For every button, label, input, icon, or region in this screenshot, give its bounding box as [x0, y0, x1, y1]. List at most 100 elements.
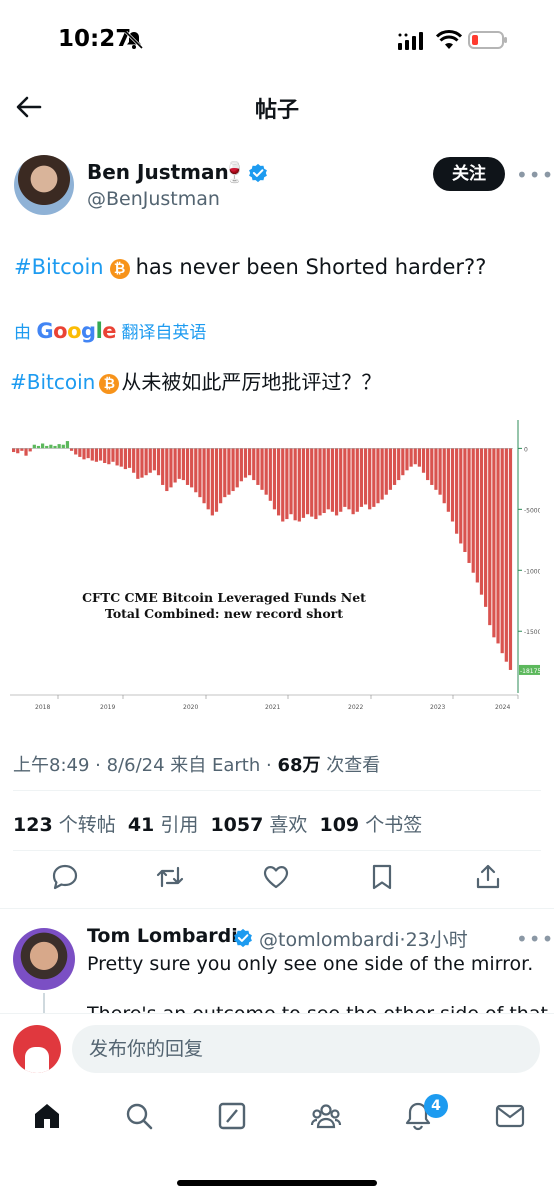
post-time: 上午8:49 [13, 755, 90, 776]
author-name[interactable]: Ben Justman [87, 160, 229, 184]
engagement-stats: 123 个转帖 41 引用 1057 喜欢 109 个书签 [13, 810, 422, 837]
reply-handle-text[interactable]: @tomlombardi [259, 929, 400, 951]
grok-icon[interactable] [216, 1100, 248, 1132]
chart-bar [148, 448, 152, 473]
chart-bar [132, 448, 136, 473]
chart-bar [248, 448, 252, 476]
avatar-figure [25, 1047, 49, 1073]
chart-bar [322, 448, 326, 513]
chart-bar [74, 448, 78, 455]
chart-y-tick-label: -5000 [524, 507, 540, 514]
chart-bar [119, 448, 123, 467]
bitcoin-icon: ₿ [99, 374, 120, 394]
chart-bar [177, 448, 181, 479]
share-icon[interactable] [473, 862, 503, 892]
translation-note[interactable]: 由 Google 翻译自英语 [14, 318, 206, 343]
bookmark-icon[interactable] [367, 862, 397, 892]
reply-input[interactable]: 发布你的回复 [72, 1025, 540, 1073]
home-icon[interactable] [31, 1100, 63, 1132]
quote-count[interactable]: 41 [128, 814, 154, 836]
current-user-avatar[interactable] [13, 1025, 61, 1073]
chart-bar [190, 448, 194, 488]
chart-bar [78, 448, 82, 457]
home-indicator [177, 1180, 377, 1186]
messages-icon[interactable] [494, 1100, 526, 1132]
chart-bar [392, 448, 397, 485]
chart-bar [426, 448, 430, 481]
verified-badge-icon [249, 163, 267, 183]
retweet-icon[interactable] [155, 862, 185, 892]
heart-icon[interactable] [261, 862, 291, 892]
status-time: 10:27 [58, 26, 132, 52]
tweet-chart-image[interactable]: 0 -5000 -10000 -15000 -18175 2018 2019 2020 2021… [10, 418, 540, 716]
chart-bar [198, 448, 202, 498]
thread-line [43, 993, 45, 1013]
author-handle[interactable]: @BenJustman [87, 188, 220, 210]
communities-icon[interactable] [310, 1100, 342, 1132]
reply-icon[interactable] [50, 862, 80, 892]
reply-more-options-icon[interactable]: ••• [516, 927, 554, 951]
chart-bar [111, 448, 115, 462]
chart-y-tick-label: -10000 [524, 568, 540, 575]
repost-count[interactable]: 123 [13, 814, 53, 836]
chart-bar [421, 448, 426, 473]
bitcoin-leveraged-funds-chart: 0 -5000 -10000 -15000 -18175 2018 2019 2020 2021… [10, 420, 540, 711]
more-options-icon[interactable]: ••• [516, 163, 554, 187]
translated-body: 从未被如此严厉地批评过？？ [121, 370, 382, 394]
repost-label[interactable]: 个转帖 [59, 814, 116, 836]
chart-bar [264, 448, 268, 495]
like-label[interactable]: 喜欢 [269, 814, 307, 836]
chart-bar [223, 448, 227, 498]
chart-bar [471, 448, 475, 573]
chart-bar [219, 448, 223, 504]
chart-bar [185, 448, 190, 485]
quote-label[interactable]: 引用 [160, 814, 198, 836]
reply-text: Pretty sure you only see one side of the… [87, 953, 534, 975]
chart-bar [140, 448, 144, 478]
divider [13, 850, 541, 851]
chart-x-tick-label: 2021 [265, 704, 280, 711]
chart-bar [24, 448, 28, 456]
chart-bar [326, 448, 330, 510]
translated-hashtag-link[interactable]: #Bitcoin [10, 370, 95, 394]
chart-bar [227, 448, 231, 495]
view-count: 68万 [277, 755, 321, 776]
chart-bar [438, 448, 442, 495]
chart-bar [380, 448, 384, 500]
chart-bar [488, 448, 492, 626]
chart-bar [384, 448, 388, 495]
hashtag-link[interactable]: #Bitcoin [14, 255, 104, 279]
reply-time: 23小时 [405, 929, 468, 951]
chart-title: CFTC CME Bitcoin Leveraged Funds Net [82, 590, 366, 605]
chart-bar [65, 441, 70, 449]
chart-x-tick-label: 2022 [348, 704, 363, 711]
chart-bar [492, 448, 496, 638]
like-count[interactable]: 1057 [210, 814, 263, 836]
chart-bar [94, 448, 99, 462]
chart-bar [231, 448, 235, 492]
reply-author-name[interactable]: Tom Lombardi [87, 925, 238, 947]
chart-bar [376, 448, 380, 504]
cellular-signal-icon [398, 32, 423, 50]
chart-bar [351, 448, 355, 515]
chart-bar [417, 448, 421, 467]
reply-author-handle[interactable]: @tomlombardi·23小时 [259, 925, 468, 952]
author-avatar[interactable] [14, 155, 74, 215]
bookmark-count[interactable]: 109 [319, 814, 359, 836]
chart-bar [57, 444, 61, 449]
follow-button[interactable]: 关注 [433, 157, 505, 191]
chart-bar [301, 448, 306, 518]
chart-bar [235, 448, 239, 488]
chart-bar [504, 448, 508, 662]
search-icon[interactable] [123, 1100, 155, 1132]
chart-bar [256, 448, 260, 485]
reply-author-avatar[interactable] [13, 928, 75, 990]
page-title: 帖子 [254, 98, 299, 123]
verified-badge-icon [234, 928, 252, 948]
bookmark-label[interactable]: 个书签 [365, 814, 422, 836]
chart-bar [40, 443, 45, 449]
chart-bar [49, 444, 53, 449]
chart-bar [161, 448, 165, 485]
chart-x-tick-label: 2019 [100, 704, 115, 711]
google-logo: Google [36, 319, 117, 343]
